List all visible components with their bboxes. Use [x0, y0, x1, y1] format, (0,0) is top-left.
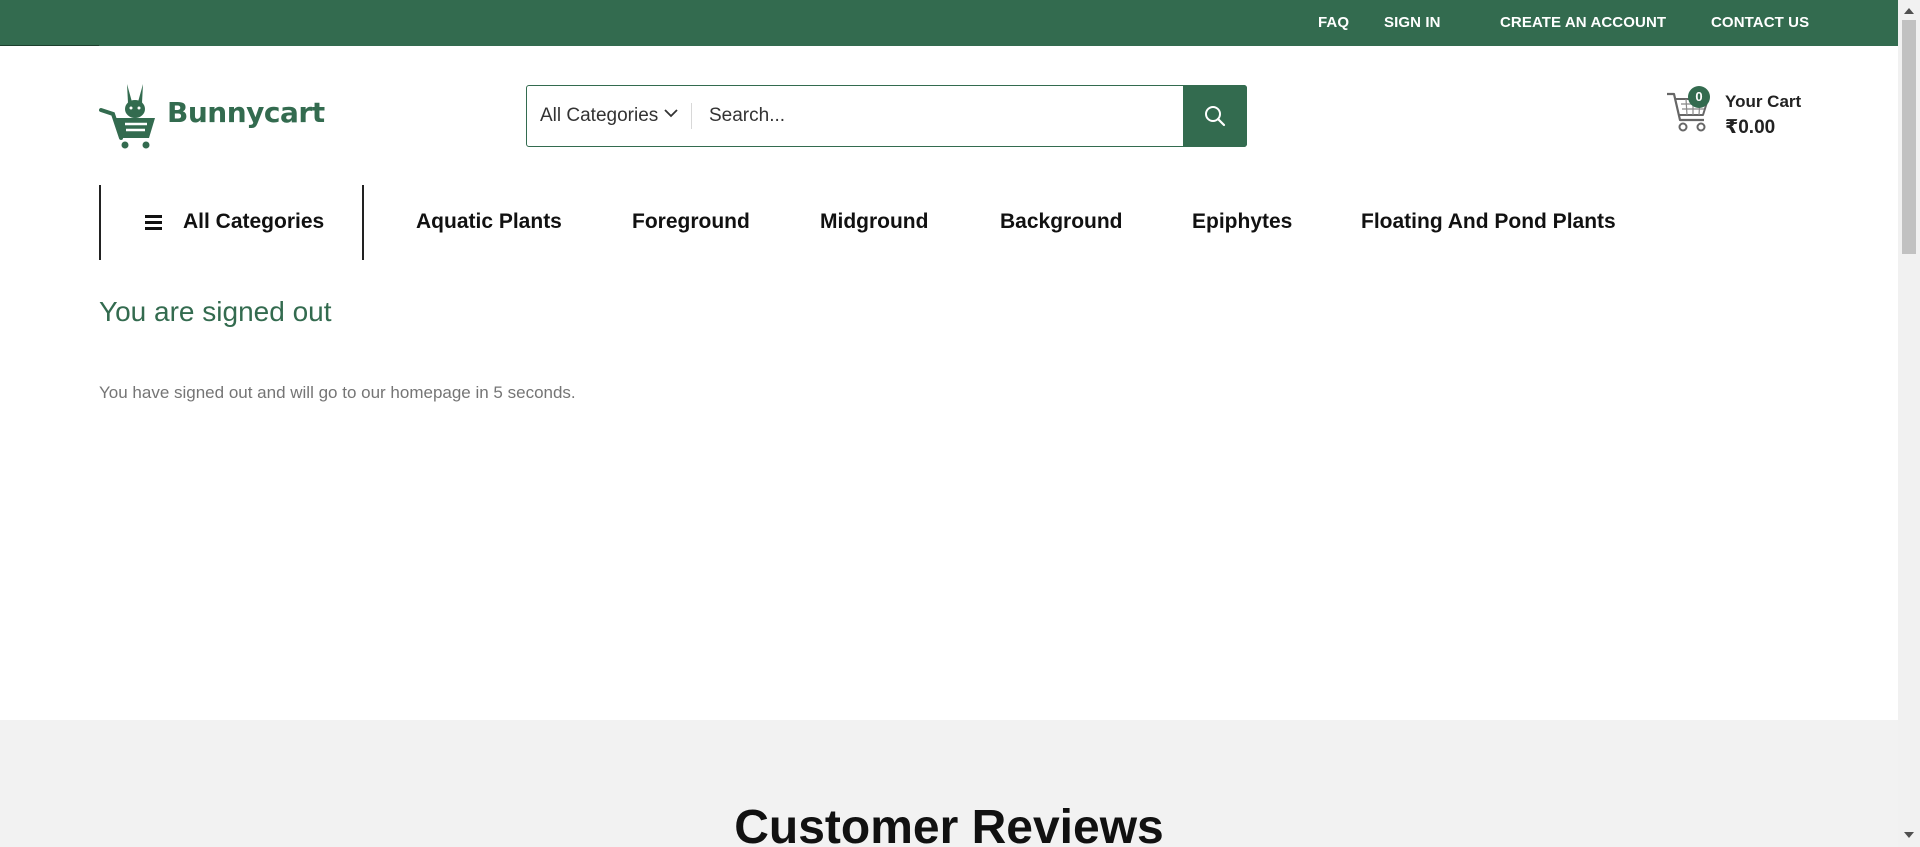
faq-link[interactable]: FAQ — [1318, 0, 1349, 46]
nav-item-foreground[interactable]: Foreground — [632, 210, 750, 234]
top-bar: FAQ SIGN IN CREATE AN ACCOUNT CONTACT US — [0, 0, 1898, 46]
cart-total: ₹0.00 — [1725, 117, 1776, 138]
all-categories-label: All Categories — [183, 210, 325, 233]
scroll-up-icon[interactable] — [1904, 8, 1914, 14]
cart-label: Your Cart — [1725, 92, 1802, 111]
page-title: You are signed out — [99, 296, 332, 327]
search-icon — [1205, 105, 1226, 126]
nav-item-background[interactable]: Background — [1000, 210, 1123, 234]
nav-item-floating-and-pond-plants[interactable]: Floating And Pond Plants — [1361, 210, 1616, 234]
category-select-label: All Categories — [540, 104, 659, 126]
hamburger-icon — [145, 215, 162, 230]
scrollbar-thumb[interactable] — [1902, 20, 1916, 254]
logo[interactable]: Bunnycart — [99, 82, 325, 150]
logo-text: Bunnycart — [167, 96, 325, 129]
chevron-down-icon — [664, 109, 678, 118]
search-bar: All Categories — [526, 84, 1247, 147]
search-divider — [691, 103, 692, 129]
contact-us-link[interactable]: CONTACT US — [1711, 0, 1809, 46]
bunny-cart-logo-icon — [99, 84, 155, 149]
search-input[interactable] — [693, 90, 1193, 141]
nav-item-aquatic-plants[interactable]: Aquatic Plants — [416, 210, 562, 234]
all-categories-menu[interactable]: All Categories — [99, 185, 364, 260]
customer-reviews-section: Customer Reviews — [0, 720, 1898, 847]
signout-message: You have signed out and will go to our h… — [99, 383, 576, 402]
search-button[interactable] — [1183, 84, 1247, 147]
scroll-down-icon[interactable] — [1904, 832, 1914, 838]
nav-item-epiphytes[interactable]: Epiphytes — [1192, 210, 1292, 234]
page: FAQ SIGN IN CREATE AN ACCOUNT CONTACT US… — [0, 0, 1898, 847]
cart-count-badge: 0 — [1688, 86, 1710, 108]
category-select[interactable]: All Categories — [527, 86, 691, 145]
top-bar-divider — [0, 45, 99, 46]
nav-item-midground[interactable]: Midground — [820, 210, 928, 234]
customer-reviews-title: Customer Reviews — [734, 801, 1164, 847]
sign-in-link[interactable]: SIGN IN — [1384, 0, 1441, 46]
page-scrollbar[interactable] — [1898, 0, 1920, 847]
create-account-link[interactable]: CREATE AN ACCOUNT — [1500, 0, 1666, 46]
cart[interactable]: 0 Your Cart ₹0.00 — [1666, 86, 1806, 146]
